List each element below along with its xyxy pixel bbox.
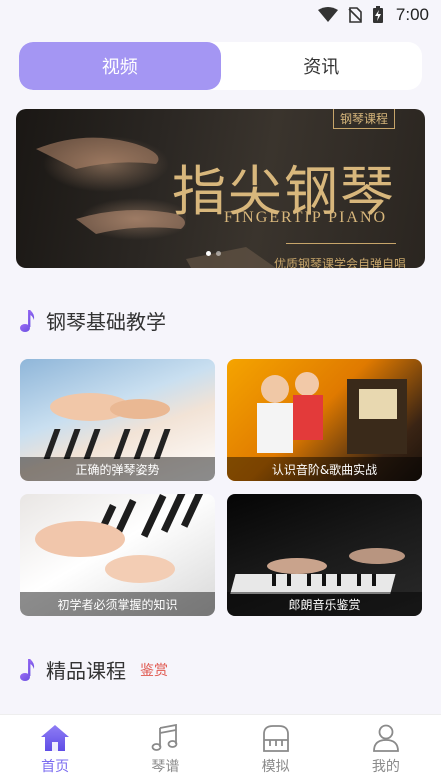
- nav-simulate-label: 模拟: [261, 758, 290, 775]
- nav-score-label: 琴谱: [151, 758, 180, 775]
- banner-tag: 钢琴课程: [332, 109, 395, 129]
- home-icon: [40, 724, 70, 752]
- carousel-dot[interactable]: [206, 251, 211, 256]
- tab-news[interactable]: 资讯: [221, 42, 423, 90]
- banner-carousel[interactable]: 钢琴课程 指尖钢琴 FINGERTIP PIANO 优质钢琴课学会自弹自唱: [16, 109, 425, 268]
- course-card-caption: 正确的弹琴姿势: [20, 457, 215, 481]
- course-card-posture[interactable]: 正确的弹琴姿势: [20, 359, 215, 481]
- banner-divider: [286, 243, 396, 244]
- wifi-icon: [317, 7, 338, 23]
- music-score-icon: [150, 723, 180, 752]
- bottom-navigation: 首页 琴谱 模拟 我的: [0, 714, 441, 784]
- nav-simulate[interactable]: 模拟: [221, 715, 331, 784]
- section-premium-title: 精品课程: [46, 659, 126, 683]
- section-premium-header: 精品课程 鉴赏: [18, 655, 168, 684]
- section-basic-title: 钢琴基础教学: [46, 310, 166, 334]
- nav-profile-label: 我的: [371, 758, 400, 775]
- course-card-caption: 初学者必须掌握的知识: [20, 592, 215, 616]
- music-note-icon: [18, 309, 36, 333]
- nav-profile[interactable]: 我的: [331, 715, 441, 784]
- course-card-caption: 郎朗音乐鉴赏: [227, 592, 422, 616]
- banner-subtitle: FINGERTIP PIANO: [223, 209, 388, 226]
- no-sim-icon: [348, 7, 362, 23]
- status-bar: 7:00: [0, 0, 441, 30]
- status-time: 7:00: [395, 5, 429, 24]
- battery-charging-icon: [372, 6, 384, 24]
- carousel-dot[interactable]: [216, 251, 221, 256]
- nav-home[interactable]: 首页: [0, 715, 110, 784]
- course-card-langlang[interactable]: 郎朗音乐鉴赏: [227, 494, 422, 616]
- tab-video[interactable]: 视频: [19, 42, 221, 90]
- course-card-caption: 认识音阶&歌曲实战: [227, 457, 422, 481]
- banner-slogan: 优质钢琴课学会自弹自唱: [274, 257, 407, 268]
- course-card-scales[interactable]: 认识音阶&歌曲实战: [227, 359, 422, 481]
- course-card-beginner[interactable]: 初学者必须掌握的知识: [20, 494, 215, 616]
- piano-icon: [261, 724, 291, 752]
- music-note-icon: [18, 658, 36, 682]
- section-basic-header: 钢琴基础教学: [18, 306, 166, 335]
- user-icon: [371, 724, 401, 752]
- nav-score[interactable]: 琴谱: [110, 715, 220, 784]
- carousel-indicator: [206, 251, 221, 256]
- content-tabs: 视频 资讯: [19, 42, 422, 90]
- nav-home-label: 首页: [41, 758, 70, 775]
- section-premium-subtitle[interactable]: 鉴赏: [140, 660, 168, 680]
